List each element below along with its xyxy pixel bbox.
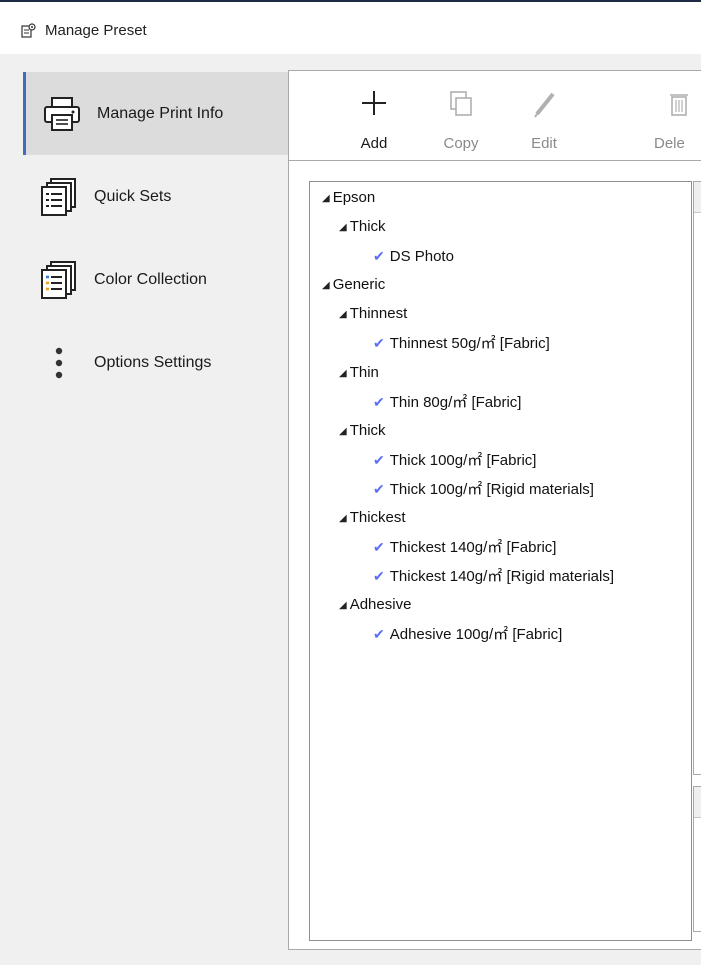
tree-item-thickest-140-rigid[interactable]: ✔ Thickest 140g/㎡ [Rigid materials]: [373, 564, 614, 588]
details-panel-header: [694, 182, 701, 213]
sidebar-item-color-collection[interactable]: Color Collection: [23, 238, 288, 321]
check-icon: ✔: [373, 481, 385, 497]
check-icon: ✔: [373, 539, 385, 555]
edit-button[interactable]: Edit: [499, 71, 589, 161]
tree-node-thick[interactable]: ◢ Thick: [339, 419, 386, 443]
tree-node-thickest[interactable]: ◢ Thickest: [339, 506, 406, 530]
delete-button[interactable]: Dele: [644, 71, 701, 161]
tree-item-thickest-140-fabric[interactable]: ✔ Thickest 140g/㎡ [Fabric]: [373, 535, 556, 559]
window-title: Manage Preset: [45, 22, 147, 39]
tree-item-thinnest-50[interactable]: ✔ Thinnest 50g/㎡ [Fabric]: [373, 331, 550, 355]
printer-icon: [38, 90, 86, 138]
tree-item-ds-photo[interactable]: ✔ DS Photo: [373, 244, 454, 268]
sidebar: Manage Print Info Quick Sets Color Colle…: [23, 54, 288, 965]
trash-icon: [670, 94, 688, 116]
sidebar-item-label: Manage Print Info: [97, 104, 224, 122]
details-panel-lower: [693, 786, 701, 932]
tree-node-epson[interactable]: ◢ Epson: [322, 186, 375, 210]
sidebar-item-label: Quick Sets: [94, 187, 172, 205]
tree-node-epson-thick[interactable]: ◢ Thick: [339, 215, 386, 239]
tree-item-thin-80[interactable]: ✔ Thin 80g/㎡ [Fabric]: [373, 390, 521, 414]
details-panel: [693, 181, 701, 775]
collapse-arrow-icon[interactable]: ◢: [322, 187, 330, 211]
sidebar-item-manage-print-info[interactable]: Manage Print Info: [23, 72, 288, 155]
check-icon: ✔: [373, 394, 385, 410]
add-label: Add: [360, 135, 388, 152]
copy-icon: [450, 91, 472, 116]
tree-item-thick-100-fabric[interactable]: ✔ Thick 100g/㎡ [Fabric]: [373, 448, 536, 472]
sidebar-item-label: Color Collection: [94, 270, 207, 288]
check-icon: ✔: [373, 452, 385, 468]
toolbar: Add Copy Edit Dele: [289, 71, 701, 161]
check-icon: ✔: [373, 248, 385, 264]
preset-tree: ◢ Epson ◢ Thick ✔ DS Photo ◢ Generic ◢ Thinne…: [309, 181, 692, 941]
tree-item-adhesive-100[interactable]: ✔ Adhesive 100g/㎡ [Fabric]: [373, 622, 562, 646]
sidebar-item-quick-sets[interactable]: Quick Sets: [23, 155, 288, 238]
collapse-arrow-icon[interactable]: ◢: [339, 594, 347, 618]
collapse-arrow-icon[interactable]: ◢: [339, 362, 347, 386]
collapse-arrow-icon[interactable]: ◢: [339, 216, 347, 240]
plus-icon: [362, 91, 386, 115]
tree-node-thinnest[interactable]: ◢ Thinnest: [339, 302, 407, 326]
collapse-arrow-icon[interactable]: ◢: [339, 303, 347, 327]
add-button[interactable]: Add: [329, 71, 419, 161]
delete-label: Dele: [654, 135, 685, 152]
tree-node-thin[interactable]: ◢ Thin: [339, 361, 379, 385]
check-icon: ✔: [373, 626, 385, 642]
sidebar-item-options-settings[interactable]: Options Settings: [23, 321, 288, 404]
settings-window-icon: [21, 23, 36, 38]
window-left-frame: [0, 54, 10, 965]
copy-label: Copy: [443, 135, 479, 152]
check-icon: ✔: [373, 568, 385, 584]
title-bar: Manage Preset: [0, 7, 701, 54]
collapse-arrow-icon[interactable]: ◢: [339, 507, 347, 531]
edit-label: Edit: [531, 135, 557, 152]
quick-sets-icon: [35, 173, 83, 221]
more-vertical-icon: [35, 339, 83, 387]
collapse-arrow-icon[interactable]: ◢: [322, 274, 330, 298]
details-panel-lower-header: [694, 787, 701, 818]
window-top-border: [0, 0, 701, 7]
color-collection-icon: [35, 256, 83, 304]
main-panel: Add Copy Edit Dele ◢ Epson ◢ Thick ✔ DS …: [288, 70, 701, 950]
tree-item-thick-100-rigid[interactable]: ✔ Thick 100g/㎡ [Rigid materials]: [373, 477, 594, 501]
check-icon: ✔: [373, 335, 385, 351]
sidebar-item-label: Options Settings: [94, 353, 212, 371]
collapse-arrow-icon[interactable]: ◢: [339, 420, 347, 444]
pencil-icon: [534, 92, 555, 118]
tree-node-generic[interactable]: ◢ Generic: [322, 273, 385, 297]
copy-button[interactable]: Copy: [416, 71, 506, 161]
tree-node-adhesive[interactable]: ◢ Adhesive: [339, 593, 411, 617]
